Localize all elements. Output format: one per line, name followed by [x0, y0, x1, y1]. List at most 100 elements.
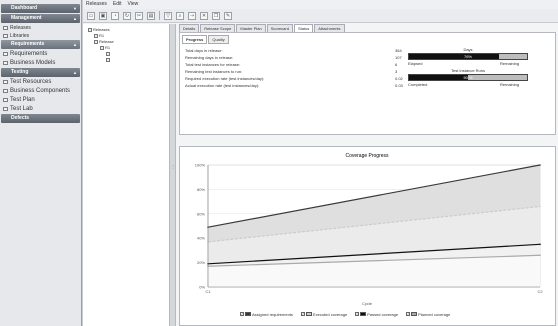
y-tick-label: 40%	[197, 236, 205, 241]
details-pane: Details Release Scope Master Plan Scorec…	[177, 24, 558, 326]
menu-releases[interactable]: Releases	[86, 0, 107, 9]
legend-item-passed[interactable]: ✓ Passed coverage	[355, 312, 398, 317]
nav-section-management[interactable]: Management ▲	[1, 14, 80, 23]
days-progress-percent: 76%	[463, 54, 472, 59]
new-cycle-icon[interactable]: ◔	[111, 11, 119, 20]
x-tick-label: C1	[205, 289, 211, 294]
instances-completed-label: Completed	[408, 82, 428, 87]
edit-icon[interactable]: ✎	[224, 11, 232, 20]
chart-title: Coverage Progress	[345, 153, 389, 159]
go-to-icon[interactable]: ⇢	[188, 11, 196, 20]
data-point	[539, 164, 541, 166]
coverage-progress-chart: Coverage Progress Cycle 0%20%40%60%80%10…	[195, 153, 544, 306]
tree-node-release[interactable]: Release	[94, 39, 114, 44]
pane-splitter[interactable]: ⋮	[170, 24, 176, 326]
instances-progress-percent: 50 %	[463, 75, 473, 80]
find-icon[interactable]: ⌕	[176, 11, 184, 20]
release-icon	[94, 39, 98, 44]
release-tree: Releases R1 Release R1	[83, 24, 170, 326]
y-tick-label: 100%	[195, 163, 206, 168]
stat-row: Required execution rate (test instances/…	[185, 76, 403, 81]
nav-item-business-components[interactable]: Business Components	[0, 87, 81, 96]
checkbox-icon[interactable]: ✓	[240, 312, 244, 316]
subtab-progress[interactable]: Progress	[182, 35, 208, 44]
data-point	[539, 254, 541, 257]
tree-node-cycle-2[interactable]	[106, 51, 111, 56]
nav-item-requirements[interactable]: Requirements	[0, 50, 81, 59]
chevron-up-icon: ▲	[73, 16, 77, 21]
stat-row: Total days in release: 364	[185, 48, 402, 53]
new-release-icon[interactable]: ▣	[99, 11, 107, 20]
test-lab-icon	[3, 107, 8, 111]
new-folder-icon[interactable]: ▭	[87, 11, 95, 20]
nav-item-releases[interactable]: Releases	[0, 24, 81, 32]
tab-attachments[interactable]: Attachments	[314, 24, 345, 32]
chevron-down-icon: ▼	[73, 6, 77, 11]
data-point	[539, 243, 541, 246]
filter-icon[interactable]: ▽	[164, 11, 172, 20]
nav-item-test-plan[interactable]: Test Plan	[0, 96, 81, 105]
menu-view[interactable]: View	[127, 0, 138, 9]
nav-item-test-lab[interactable]: Test Lab	[0, 105, 81, 114]
stat-row: Remaining test instances to run: 3	[185, 69, 398, 74]
nav-item-test-resources[interactable]: Test Resources	[0, 78, 81, 87]
progress-panel: Progress Quality Total days in release: 3…	[179, 32, 556, 135]
nav-section-dashboard[interactable]: Dashboard ▼	[1, 4, 80, 13]
checkbox-icon[interactable]: ✓	[300, 312, 305, 316]
stat-row: Total test instances for release: 6	[185, 62, 398, 67]
subtab-quality[interactable]: Quality	[208, 35, 229, 44]
cycle-icon	[106, 57, 110, 62]
legend-item-planned[interactable]: ✓ Planned coverage	[406, 312, 450, 317]
business-components-icon	[3, 89, 8, 93]
coverage-chart-panel: Coverage Progress Cycle 0% 20% 40% 60% 80% 10…	[179, 146, 556, 326]
toolbar: ▭ ▣ ◔ ↻ ✂ ▤ ▽ ⌕ ⇢ ✕ ❐ ✎	[83, 9, 558, 23]
checkbox-icon[interactable]: ✓	[406, 312, 411, 316]
tab-master-plan[interactable]: Master Plan	[236, 24, 266, 32]
chevron-up-icon: ▲	[73, 70, 77, 75]
cycle-icon	[106, 51, 110, 56]
legend-item-executed[interactable]: ✓ Executed coverage	[300, 312, 347, 317]
tree-node-root[interactable]: Releases	[88, 27, 110, 32]
test-resources-icon	[3, 80, 8, 84]
chart-legend: ✓ Assigned requirements ✓ Executed coverag…	[240, 310, 540, 318]
folder-icon	[94, 33, 98, 38]
checkbox-icon[interactable]: ✓	[355, 312, 360, 316]
business-models-icon	[3, 61, 8, 65]
data-point	[539, 205, 541, 208]
tab-scorecard[interactable]: Scorecard	[266, 24, 293, 32]
cut-icon[interactable]: ✂	[135, 11, 143, 20]
menu-bar: Releases Edit View	[83, 0, 558, 9]
tree-node-r1[interactable]: R1	[94, 33, 104, 38]
tree-node-cycle-3[interactable]	[106, 57, 111, 62]
days-bar-caption: Days	[463, 47, 473, 52]
nav-section-requirements[interactable]: Requirements ▲	[1, 40, 80, 49]
legend-item-assigned[interactable]: ✓ Assigned requirements	[240, 312, 293, 317]
refresh-icon[interactable]: ↻	[123, 11, 131, 20]
nav-item-business-models[interactable]: Business Models	[0, 59, 81, 68]
nav-section-testing[interactable]: Testing ▲	[1, 68, 80, 77]
legend-swatch	[305, 312, 312, 316]
paste-icon[interactable]: ▤	[147, 11, 155, 20]
menu-edit[interactable]: Edit	[113, 0, 122, 9]
delete-icon[interactable]: ✕	[200, 11, 208, 20]
y-tick-label: 80%	[197, 187, 205, 192]
copy-icon[interactable]: ❐	[212, 11, 220, 20]
tab-release-scope[interactable]: Release Scope	[200, 24, 236, 32]
legend-swatch	[360, 312, 367, 316]
libraries-icon	[3, 34, 8, 38]
tree-node-cycle-1[interactable]: R1	[100, 45, 110, 50]
legend-swatch	[245, 312, 251, 316]
y-tick-label: 20%	[197, 260, 205, 265]
left-navigation: Dashboard ▼ Management ▲ Releases Librarie…	[0, 0, 82, 326]
nav-section-defects[interactable]: Defects	[1, 114, 80, 123]
tab-status[interactable]: Status	[293, 24, 314, 32]
tab-details[interactable]: Details	[179, 24, 200, 32]
instances-remaining-label: Remaining	[500, 82, 520, 87]
detail-tabs: Details Release Scope Master Plan Scorec…	[177, 24, 558, 32]
nav-item-libraries[interactable]: Libraries	[0, 32, 81, 40]
x-tick-label: C2	[537, 289, 543, 294]
stat-row: Remaining days in release: 107	[185, 55, 402, 60]
chart-x-axis-label: Cycle	[362, 301, 373, 306]
grip-icon: ⋮	[171, 164, 175, 169]
days-remaining-label: Remaining	[500, 61, 520, 66]
